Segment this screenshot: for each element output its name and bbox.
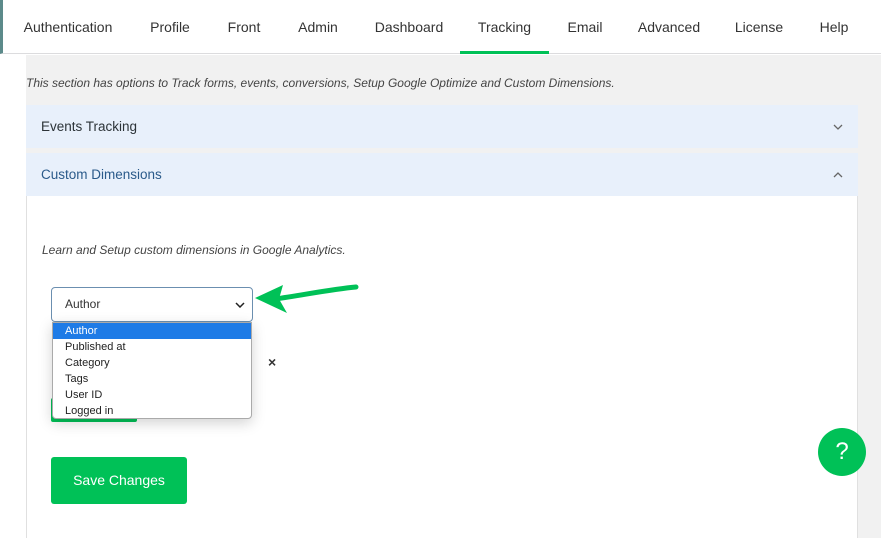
option-published-at[interactable]: Published at [53,339,251,355]
tab-authentication[interactable]: Authentication [22,0,114,54]
tab-tracking[interactable]: Tracking [460,0,549,54]
option-logged-in[interactable]: Logged in [53,403,251,418]
dimension-options-list: Author Published at Category Tags User I… [52,322,252,419]
option-tags[interactable]: Tags [53,371,251,387]
option-author[interactable]: Author [53,323,251,339]
chevron-up-icon [832,153,844,196]
option-user-id[interactable]: User ID [53,387,251,403]
tab-front[interactable]: Front [223,0,265,54]
chevron-down-icon [832,105,844,148]
help-question-icon[interactable]: ? [818,428,866,476]
settings-tab-bar: Authentication Profile Front Admin Dashb… [0,0,881,54]
tab-dashboard[interactable]: Dashboard [372,0,446,54]
dimension-select[interactable]: Author [51,287,253,322]
tab-admin[interactable]: Admin [293,0,343,54]
dimension-select-value: Author [65,297,101,311]
annotation-arrow-icon [255,284,359,313]
custom-dimensions-help-text: Learn and Setup custom dimensions in Goo… [42,243,346,257]
tab-profile[interactable]: Profile [143,0,197,54]
accordion-custom-dimensions[interactable]: Custom Dimensions [26,153,858,196]
tab-help[interactable]: Help [815,0,853,54]
tab-advanced[interactable]: Advanced [635,0,703,54]
chevron-down-icon [234,288,246,321]
accordion-title: Events Tracking [41,119,138,134]
option-category[interactable]: Category [53,355,251,371]
tab-license[interactable]: License [732,0,786,54]
save-changes-button[interactable]: Save Changes [51,457,187,504]
remove-dimension-icon[interactable]: × [268,354,276,370]
section-description: This section has options to Track forms,… [26,76,615,90]
tab-email[interactable]: Email [564,0,606,54]
accordion-events-tracking[interactable]: Events Tracking [26,105,858,148]
accordion-title: Custom Dimensions [41,167,162,182]
